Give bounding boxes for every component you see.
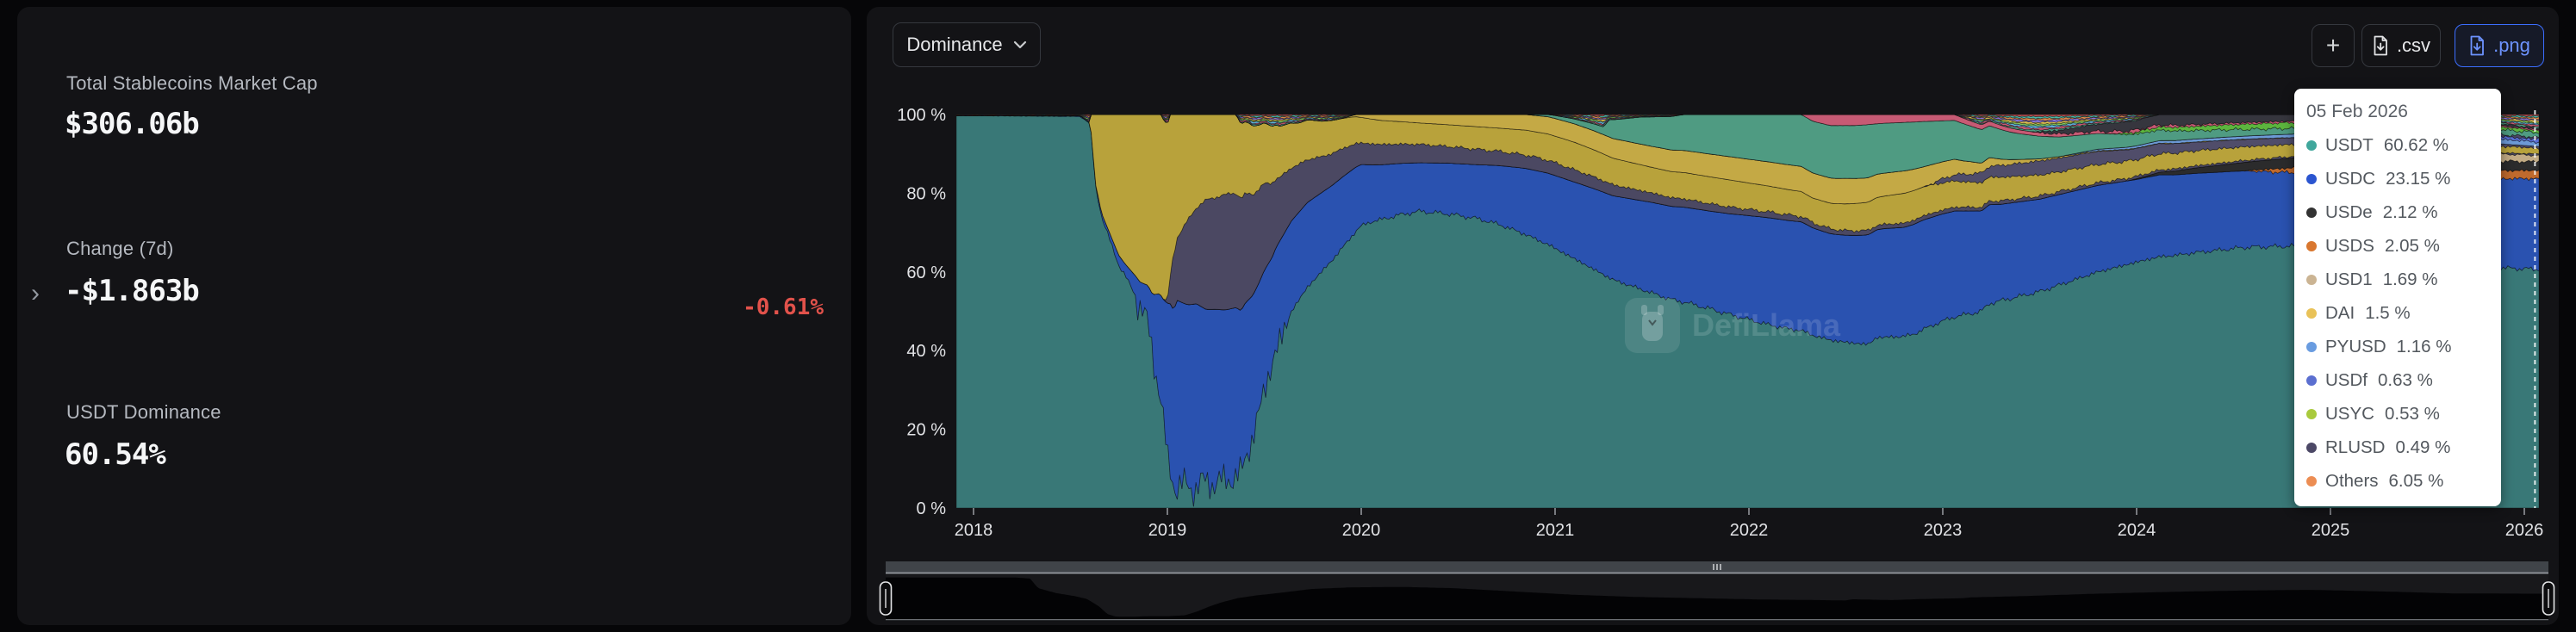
- tooltip-item-value: 0.49 %: [2395, 437, 2451, 457]
- tooltip-item: USDT 60.62 %: [2306, 128, 2489, 162]
- tooltip-item-value: 0.53 %: [2384, 403, 2440, 424]
- tooltip-item-name: USD1: [2325, 269, 2373, 289]
- tooltip-item-name: RLUSD: [2325, 437, 2386, 457]
- legend-dot-icon: [2306, 139, 2317, 151]
- tooltip-item-value: 1.5 %: [2365, 302, 2411, 323]
- tooltip-item: DAI 1.5 %: [2306, 296, 2489, 330]
- legend-dot-icon: [2306, 207, 2317, 218]
- legend-dot-icon: [2306, 375, 2317, 386]
- tooltip-item-name: USYC: [2325, 403, 2374, 424]
- tooltip-item-value: 60.62 %: [2383, 134, 2449, 155]
- legend-dot-icon: [2306, 341, 2317, 352]
- tooltip-item-value: 1.16 %: [2396, 336, 2452, 356]
- tooltip-item-name: DAI: [2325, 302, 2355, 323]
- stablecoins-dashboard: { "stats_panel": { "market_cap_label": "…: [0, 0, 2576, 632]
- legend-dot-icon: [2306, 274, 2317, 285]
- svg-text:2019: 2019: [1148, 521, 1187, 540]
- legend-dot-icon: [2306, 475, 2317, 486]
- svg-text:0 %: 0 %: [917, 499, 947, 518]
- tooltip-item-value: 6.05 %: [2388, 470, 2444, 491]
- svg-text:2020: 2020: [1342, 521, 1381, 540]
- slider-handle-right[interactable]: [2542, 581, 2555, 616]
- svg-text:100 %: 100 %: [897, 106, 946, 125]
- change-label: Change (7d): [66, 238, 174, 259]
- tooltip-item: USDf 0.63 %: [2306, 363, 2489, 397]
- tooltip-item-value: 23.15 %: [2386, 168, 2451, 189]
- tooltip-item: PYUSD 1.16 %: [2306, 330, 2489, 363]
- tooltip-item-name: USDf: [2325, 369, 2368, 390]
- tooltip-item-value: 2.12 %: [2382, 201, 2438, 222]
- tooltip-item: USD1 1.69 %: [2306, 263, 2489, 296]
- chart-tooltip: 05 Feb 2026 USDT 60.62 % USDC 23.15 % USDe 2.…: [2294, 89, 2501, 506]
- change-percent: -0.61%: [743, 294, 824, 320]
- tooltip-legend: USDT 60.62 % USDC 23.15 % USDe 2.12 % USDS 2.05…: [2306, 128, 2489, 498]
- tooltip-item: USDS 2.05 %: [2306, 229, 2489, 263]
- svg-text:2021: 2021: [1536, 521, 1575, 540]
- chart-range-slider[interactable]: [879, 561, 2555, 621]
- svg-text:2018: 2018: [955, 521, 993, 540]
- svg-text:80 %: 80 %: [906, 184, 946, 203]
- tooltip-item-name: USDC: [2325, 168, 2376, 189]
- market-cap-label: Total Stablecoins Market Cap: [66, 72, 318, 94]
- tooltip-item-name: USDT: [2325, 134, 2374, 155]
- chart-panel: Dominance + .csv .png DefiLlama 0 % 20 % 40…: [867, 7, 2559, 625]
- tooltip-item-name: USDe: [2325, 201, 2373, 222]
- svg-text:2025: 2025: [2312, 521, 2350, 540]
- legend-dot-icon: [2306, 307, 2317, 319]
- tooltip-item-name: USDS: [2325, 235, 2374, 256]
- legend-dot-icon: [2306, 173, 2317, 184]
- tooltip-item: Others 6.05 %: [2306, 464, 2489, 498]
- tooltip-item-value: 0.63 %: [2377, 369, 2433, 390]
- change-value: -$1.863b: [65, 274, 200, 308]
- tooltip-item-value: 1.69 %: [2382, 269, 2438, 289]
- tooltip-item: RLUSD 0.49 %: [2306, 431, 2489, 464]
- stats-panel: Total Stablecoins Market Cap $306.06b Ch…: [17, 7, 851, 625]
- tooltip-item: USDC 23.15 %: [2306, 162, 2489, 195]
- tooltip-item-name: PYUSD: [2325, 336, 2386, 356]
- tooltip-item-value: 2.05 %: [2384, 235, 2440, 256]
- svg-text:40 %: 40 %: [906, 342, 946, 361]
- svg-text:2023: 2023: [1924, 521, 1963, 540]
- legend-dot-icon: [2306, 442, 2317, 453]
- tooltip-date: 05 Feb 2026: [2306, 102, 2408, 121]
- chevron-right-icon[interactable]: ›: [22, 279, 48, 308]
- market-cap-value: $306.06b: [65, 107, 200, 141]
- tooltip-item: USDe 2.12 %: [2306, 195, 2489, 229]
- svg-text:DefiLlama: DefiLlama: [1692, 307, 1841, 343]
- svg-text:20 %: 20 %: [906, 421, 946, 440]
- legend-dot-icon: [2306, 240, 2317, 251]
- svg-text:2022: 2022: [1730, 521, 1769, 540]
- usdt-dominance-value: 60.54%: [65, 437, 166, 472]
- svg-text:2026: 2026: [2505, 521, 2544, 540]
- tooltip-item: USYC 0.53 %: [2306, 397, 2489, 431]
- tooltip-item-name: Others: [2325, 470, 2379, 491]
- svg-text:60 %: 60 %: [906, 263, 946, 282]
- svg-text:2024: 2024: [2118, 521, 2156, 540]
- slider-handle-left[interactable]: [879, 581, 893, 616]
- legend-dot-icon: [2306, 408, 2317, 419]
- usdt-dominance-label: USDT Dominance: [66, 401, 221, 423]
